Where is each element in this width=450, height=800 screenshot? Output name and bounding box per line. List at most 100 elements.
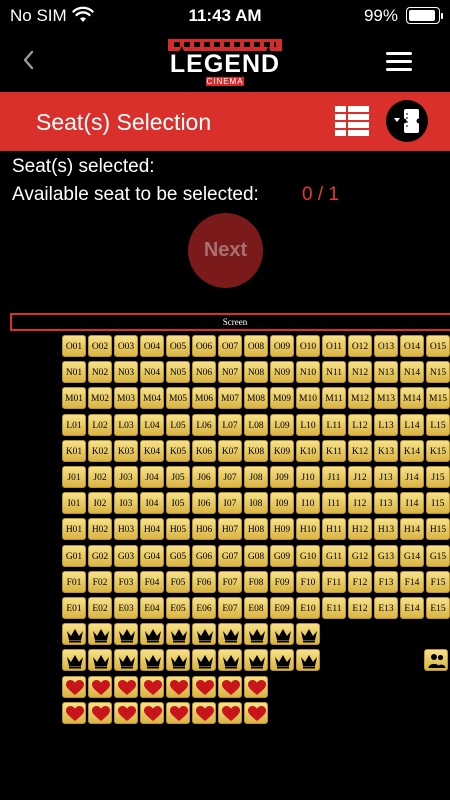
seat-i09[interactable]: I09: [270, 492, 294, 514]
couple-seat-heart-icon[interactable]: [218, 702, 242, 724]
premium-seat-crown-icon[interactable]: [114, 623, 138, 645]
seat-g13[interactable]: G13: [374, 545, 398, 567]
seat-h14[interactable]: H14: [400, 518, 424, 540]
seat-h01[interactable]: H01: [62, 518, 86, 540]
seat-n07[interactable]: N07: [218, 361, 242, 383]
seat-m05[interactable]: M05: [166, 387, 190, 409]
seat-l11[interactable]: L11: [322, 414, 346, 436]
seat-i05[interactable]: I05: [166, 492, 190, 514]
seat-k04[interactable]: K04: [140, 440, 164, 462]
seat-g12[interactable]: G12: [348, 545, 372, 567]
seat-l06[interactable]: L06: [192, 414, 216, 436]
seat-n05[interactable]: N05: [166, 361, 190, 383]
seat-h08[interactable]: H08: [244, 518, 268, 540]
seat-n01[interactable]: N01: [62, 361, 86, 383]
seat-m09[interactable]: M09: [270, 387, 294, 409]
seat-legend-icon[interactable]: [335, 106, 369, 137]
seat-o15[interactable]: O15: [426, 335, 450, 357]
seat-k14[interactable]: K14: [400, 440, 424, 462]
seat-i11[interactable]: I11: [322, 492, 346, 514]
seat-n09[interactable]: N09: [270, 361, 294, 383]
seat-h15[interactable]: H15: [426, 518, 450, 540]
hamburger-menu-icon[interactable]: [386, 52, 412, 72]
seat-e02[interactable]: E02: [88, 597, 112, 619]
premium-seat-crown-icon[interactable]: [192, 649, 216, 671]
seat-m12[interactable]: M12: [348, 387, 372, 409]
seat-g11[interactable]: G11: [322, 545, 346, 567]
seat-n03[interactable]: N03: [114, 361, 138, 383]
seat-j12[interactable]: J12: [348, 466, 372, 488]
seat-g04[interactable]: G04: [140, 545, 164, 567]
seat-g08[interactable]: G08: [244, 545, 268, 567]
seat-o05[interactable]: O05: [166, 335, 190, 357]
seat-o03[interactable]: O03: [114, 335, 138, 357]
seat-f04[interactable]: F04: [140, 571, 164, 593]
premium-seat-crown-icon[interactable]: [114, 649, 138, 671]
seat-j05[interactable]: J05: [166, 466, 190, 488]
couple-seat-heart-icon[interactable]: [62, 702, 86, 724]
seat-o14[interactable]: O14: [400, 335, 424, 357]
premium-seat-crown-icon[interactable]: [218, 623, 242, 645]
seat-n14[interactable]: N14: [400, 361, 424, 383]
seat-o13[interactable]: O13: [374, 335, 398, 357]
premium-seat-crown-icon[interactable]: [296, 623, 320, 645]
seat-f03[interactable]: F03: [114, 571, 138, 593]
seat-l14[interactable]: L14: [400, 414, 424, 436]
seat-m14[interactable]: M14: [400, 387, 424, 409]
couple-seat-heart-icon[interactable]: [62, 676, 86, 698]
seat-k09[interactable]: K09: [270, 440, 294, 462]
seat-j06[interactable]: J06: [192, 466, 216, 488]
seat-i03[interactable]: I03: [114, 492, 138, 514]
seat-i04[interactable]: I04: [140, 492, 164, 514]
seat-l02[interactable]: L02: [88, 414, 112, 436]
seat-n08[interactable]: N08: [244, 361, 268, 383]
seat-m02[interactable]: M02: [88, 387, 112, 409]
seat-l09[interactable]: L09: [270, 414, 294, 436]
seat-e11[interactable]: E11: [322, 597, 346, 619]
seat-h04[interactable]: H04: [140, 518, 164, 540]
seat-j02[interactable]: J02: [88, 466, 112, 488]
seat-g10[interactable]: G10: [296, 545, 320, 567]
seat-e12[interactable]: E12: [348, 597, 372, 619]
seat-l07[interactable]: L07: [218, 414, 242, 436]
premium-seat-crown-icon[interactable]: [62, 649, 86, 671]
seat-o10[interactable]: O10: [296, 335, 320, 357]
seat-k12[interactable]: K12: [348, 440, 372, 462]
seat-k01[interactable]: K01: [62, 440, 86, 462]
seat-h05[interactable]: H05: [166, 518, 190, 540]
seat-h13[interactable]: H13: [374, 518, 398, 540]
seat-h11[interactable]: H11: [322, 518, 346, 540]
seat-i07[interactable]: I07: [218, 492, 242, 514]
seat-l05[interactable]: L05: [166, 414, 190, 436]
couple-seat-heart-icon[interactable]: [218, 676, 242, 698]
seat-j09[interactable]: J09: [270, 466, 294, 488]
couple-seat-heart-icon[interactable]: [88, 702, 112, 724]
couple-seat-heart-icon[interactable]: [166, 676, 190, 698]
seat-f05[interactable]: F05: [166, 571, 190, 593]
seat-e15[interactable]: E15: [426, 597, 450, 619]
seat-h09[interactable]: H09: [270, 518, 294, 540]
seat-k10[interactable]: K10: [296, 440, 320, 462]
seat-f06[interactable]: F06: [192, 571, 216, 593]
seat-n11[interactable]: N11: [322, 361, 346, 383]
couple-seat-heart-icon[interactable]: [140, 676, 164, 698]
seat-n12[interactable]: N12: [348, 361, 372, 383]
seat-l15[interactable]: L15: [426, 414, 450, 436]
seat-h07[interactable]: H07: [218, 518, 242, 540]
seat-m07[interactable]: M07: [218, 387, 242, 409]
seat-h03[interactable]: H03: [114, 518, 138, 540]
seat-f01[interactable]: F01: [62, 571, 86, 593]
seat-o08[interactable]: O08: [244, 335, 268, 357]
seat-o11[interactable]: O11: [322, 335, 346, 357]
premium-seat-crown-icon[interactable]: [140, 649, 164, 671]
seat-j04[interactable]: J04: [140, 466, 164, 488]
next-button[interactable]: Next: [188, 213, 263, 288]
seat-i13[interactable]: I13: [374, 492, 398, 514]
seat-m11[interactable]: M11: [322, 387, 346, 409]
seat-j14[interactable]: J14: [400, 466, 424, 488]
seat-n04[interactable]: N04: [140, 361, 164, 383]
premium-seat-crown-icon[interactable]: [140, 623, 164, 645]
premium-seat-crown-icon[interactable]: [192, 623, 216, 645]
seat-n15[interactable]: N15: [426, 361, 450, 383]
seat-e07[interactable]: E07: [218, 597, 242, 619]
